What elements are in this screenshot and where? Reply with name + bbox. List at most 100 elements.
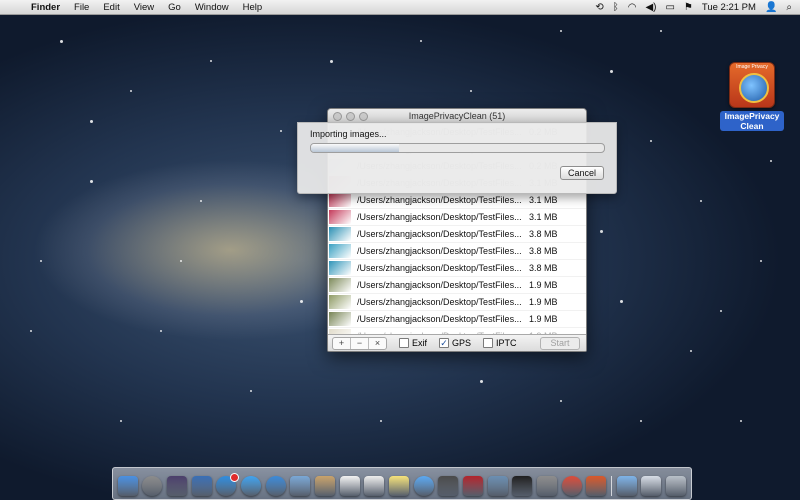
table-row[interactable]: /Users/zhangjackson/Desktop/TestFiles...… bbox=[328, 209, 586, 226]
file-size: 3.1 MB bbox=[529, 195, 558, 205]
flag-icon[interactable]: ⚑ bbox=[684, 2, 693, 13]
calendar-icon[interactable] bbox=[339, 476, 360, 496]
file-path: /Users/zhangjackson/Desktop/TestFiles... bbox=[357, 297, 522, 307]
photo-booth-icon[interactable] bbox=[463, 476, 484, 496]
iptc-label: IPTC bbox=[496, 338, 517, 348]
start-button[interactable]: Start bbox=[540, 336, 580, 350]
imageprivacyclean-app-icon: Image Privacy bbox=[729, 62, 775, 108]
add-button[interactable]: + bbox=[333, 337, 351, 349]
table-row[interactable]: /Users/zhangjackson/Desktop/TestFiles...… bbox=[328, 294, 586, 311]
mission-control-icon[interactable] bbox=[167, 476, 188, 496]
image-thumbnail bbox=[329, 295, 351, 309]
table-row[interactable]: /Users/zhangjackson/Desktop/TestFiles...… bbox=[328, 311, 586, 328]
menu-file[interactable]: File bbox=[67, 2, 96, 13]
zoom-button[interactable] bbox=[359, 112, 368, 121]
contacts-icon[interactable] bbox=[315, 476, 336, 496]
table-row[interactable]: /Users/zhangjackson/Desktop/TestFiles...… bbox=[328, 243, 586, 260]
globe-icon bbox=[739, 73, 769, 103]
gps-checkbox-box[interactable]: ✓ bbox=[439, 338, 450, 348]
preview-icon[interactable] bbox=[290, 476, 311, 496]
finder-icon[interactable] bbox=[117, 476, 138, 496]
wifi-icon[interactable]: ◠ bbox=[628, 2, 637, 13]
gps-label: GPS bbox=[452, 338, 472, 348]
facetime-icon[interactable] bbox=[438, 476, 459, 496]
iptc-checkbox-box[interactable] bbox=[483, 338, 494, 348]
itunes-icon[interactable] bbox=[241, 476, 262, 496]
exif-checkbox-box[interactable] bbox=[399, 338, 409, 348]
menu-help[interactable]: Help bbox=[236, 2, 270, 13]
window-controls bbox=[333, 112, 368, 121]
downloads-icon[interactable] bbox=[641, 476, 662, 496]
xcode-icon[interactable] bbox=[191, 476, 212, 496]
clear-button[interactable]: × bbox=[369, 338, 386, 349]
messages-icon[interactable] bbox=[413, 476, 434, 496]
trash-icon[interactable] bbox=[666, 476, 687, 496]
window-toolbar: + − × Exif ✓ GPS IPTC Start bbox=[328, 334, 586, 351]
image-thumbnail bbox=[329, 193, 351, 207]
image-thumbnail bbox=[329, 312, 351, 326]
table-row[interactable]: /Users/zhangjackson/Desktop/TestFiles...… bbox=[328, 277, 586, 294]
launchpad-icon[interactable] bbox=[142, 476, 163, 496]
terminal-icon[interactable] bbox=[512, 476, 533, 496]
remove-button[interactable]: − bbox=[351, 337, 369, 349]
notes-icon[interactable] bbox=[389, 476, 410, 496]
file-path: /Users/zhangjackson/Desktop/TestFiles... bbox=[357, 229, 522, 239]
chrome-icon[interactable] bbox=[561, 476, 582, 496]
file-path: /Users/zhangjackson/Desktop/TestFiles... bbox=[357, 246, 522, 256]
import-progress-fill bbox=[311, 144, 399, 152]
file-size: 1.9 MB bbox=[529, 280, 558, 290]
exif-checkbox[interactable]: Exif bbox=[399, 338, 427, 348]
list-actions: + − × bbox=[332, 336, 387, 350]
bluetooth-icon[interactable]: ᛒ bbox=[613, 2, 619, 13]
menu-edit[interactable]: Edit bbox=[96, 2, 126, 13]
file-size: 1.9 MB bbox=[529, 314, 558, 324]
app-store-icon[interactable] bbox=[216, 473, 240, 496]
safari-icon[interactable] bbox=[265, 476, 286, 496]
desktop-icon-imageprivacyclean[interactable]: Image Privacy ImagePrivacy Clean bbox=[720, 62, 784, 134]
import-progress-bar bbox=[310, 143, 605, 153]
iptc-checkbox[interactable]: IPTC bbox=[483, 338, 517, 348]
minimize-button[interactable] bbox=[346, 112, 355, 121]
reminders-icon[interactable] bbox=[364, 476, 385, 496]
menu-view[interactable]: View bbox=[127, 2, 161, 13]
imageprivacyclean-icon[interactable] bbox=[586, 476, 607, 496]
notification-badge bbox=[230, 473, 240, 482]
image-thumbnail bbox=[329, 227, 351, 241]
status-area: ⟲ ᛒ ◠ ◀) ▭ ⚑ Tue 2:21 PM 👤 ⌕ bbox=[595, 2, 800, 13]
iphoto-icon[interactable] bbox=[487, 476, 508, 496]
import-progress-sheet: Importing images... Cancel bbox=[297, 122, 617, 194]
dock-separator bbox=[611, 476, 613, 496]
image-thumbnail bbox=[329, 278, 351, 292]
system-preferences-icon[interactable] bbox=[537, 476, 558, 496]
desktop-icon-top-label: Image Privacy bbox=[736, 64, 768, 70]
file-size: 3.8 MB bbox=[529, 263, 558, 273]
table-row[interactable]: /Users/zhangjackson/Desktop/TestFiles...… bbox=[328, 192, 586, 209]
file-path: /Users/zhangjackson/Desktop/TestFiles... bbox=[357, 280, 522, 290]
menu-finder[interactable]: Finder bbox=[24, 2, 67, 13]
time-machine-icon[interactable]: ⟲ bbox=[595, 2, 603, 13]
dock bbox=[112, 467, 692, 500]
menu-window[interactable]: Window bbox=[188, 2, 236, 13]
file-size: 1.9 MB bbox=[529, 297, 558, 307]
file-size: 3.8 MB bbox=[529, 246, 558, 256]
volume-icon[interactable]: ◀) bbox=[645, 2, 656, 13]
file-path: /Users/zhangjackson/Desktop/TestFiles... bbox=[357, 314, 522, 324]
file-path: /Users/zhangjackson/Desktop/TestFiles... bbox=[357, 263, 522, 273]
close-button[interactable] bbox=[333, 112, 342, 121]
image-thumbnail bbox=[329, 210, 351, 224]
gps-checkbox[interactable]: ✓ GPS bbox=[439, 338, 471, 348]
table-row[interactable]: /Users/zhangjackson/Desktop/TestFiles...… bbox=[328, 226, 586, 243]
menu-clock[interactable]: Tue 2:21 PM bbox=[702, 2, 756, 13]
image-thumbnail bbox=[329, 244, 351, 258]
cancel-button[interactable]: Cancel bbox=[560, 166, 604, 180]
folder-icon[interactable] bbox=[616, 476, 637, 496]
file-size: 3.1 MB bbox=[529, 212, 558, 222]
battery-icon[interactable]: ▭ bbox=[665, 2, 674, 13]
menu-go[interactable]: Go bbox=[161, 2, 188, 13]
image-thumbnail bbox=[329, 261, 351, 275]
menu-bar: Finder File Edit View Go Window Help ⟲ ᛒ… bbox=[0, 0, 800, 15]
table-row[interactable]: /Users/zhangjackson/Desktop/TestFiles...… bbox=[328, 260, 586, 277]
spotlight-icon[interactable]: ⌕ bbox=[786, 2, 792, 13]
exif-label: Exif bbox=[412, 338, 428, 348]
user-icon[interactable]: 👤 bbox=[765, 2, 777, 13]
